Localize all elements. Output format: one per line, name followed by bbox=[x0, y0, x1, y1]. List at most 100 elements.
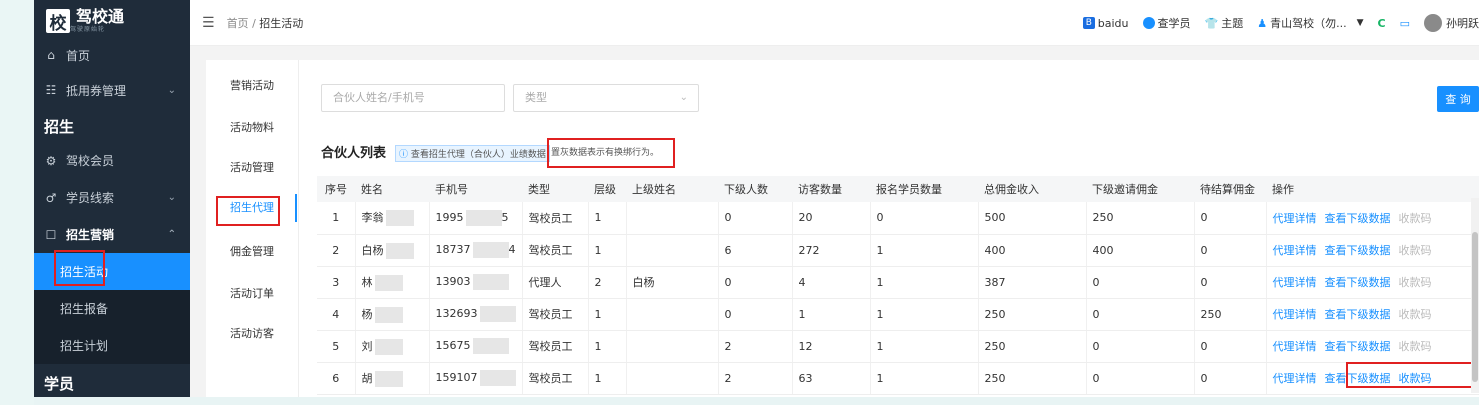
school-label: 青山驾校（勿... bbox=[1270, 17, 1347, 30]
agent-detail-link[interactable]: 代理详情 bbox=[1273, 244, 1317, 257]
table-cell-no: 4 bbox=[317, 298, 356, 331]
sidebar-item-student-leads[interactable]: ♂ 学员线索 ⌄ bbox=[34, 179, 190, 216]
theme-link[interactable]: 👕 主题 bbox=[1205, 15, 1244, 31]
table-cell-actions: 代理详情 查看下级数据 收款码 bbox=[1266, 330, 1479, 363]
sidebar-sub-recruit-report[interactable]: 招生报备 bbox=[34, 290, 190, 327]
type-select[interactable]: 类型 ⌄ bbox=[513, 84, 699, 112]
payment-qr-link[interactable]: 收款码 bbox=[1399, 212, 1432, 225]
tab-orders[interactable]: 活动订单 bbox=[206, 284, 298, 304]
agent-name: 刘 bbox=[361, 339, 373, 353]
phone-visible-part: 13903 bbox=[435, 275, 471, 288]
payment-qr-link[interactable]: 收款码 bbox=[1399, 308, 1432, 321]
tab-visitors[interactable]: 活动访客 bbox=[206, 324, 298, 344]
agent-detail-link[interactable]: 代理详情 bbox=[1273, 212, 1317, 225]
tab-commission[interactable]: 佣金管理 bbox=[206, 242, 298, 262]
topbar-right: Bbaidu 查学员 👕 主题 ♟ 青山驾校（勿... ▼ C ▭ 孙明跃 bbox=[1069, 0, 1479, 46]
sidebar-sub-recruit-activity[interactable]: 招生活动 bbox=[34, 253, 190, 290]
col-header: 姓名 bbox=[355, 176, 429, 202]
table-cell-actions: 代理详情 查看下级数据 收款码 bbox=[1266, 362, 1479, 395]
logo[interactable]: 校 驾校通 驾驶原始轮 bbox=[34, 0, 190, 42]
table-cell-actions: 代理详情 查看下级数据 收款码 bbox=[1266, 234, 1479, 267]
check-student-link[interactable]: 查学员 bbox=[1142, 15, 1191, 31]
col-header: 访客数量 bbox=[792, 176, 870, 202]
sidebar-item-home[interactable]: ⌂ 首页 bbox=[34, 42, 190, 68]
table-cell-subs: 2 bbox=[718, 330, 793, 363]
tab-marketing[interactable]: 营销活动 bbox=[206, 76, 298, 96]
query-button[interactable]: 查 询 bbox=[1437, 86, 1479, 112]
info-tip[interactable]: ⓘ 查看招生代理（合伙人）业绩数据 bbox=[395, 145, 550, 162]
table-cell-parent: 白杨 bbox=[626, 266, 719, 299]
view-subordinate-link[interactable]: 查看下级数据 bbox=[1325, 212, 1391, 225]
redacted-block bbox=[479, 370, 516, 386]
table-cell-type: 驾校员工 bbox=[522, 330, 589, 363]
breadcrumb-home[interactable]: 首页 bbox=[227, 17, 249, 30]
check-student-label: 查学员 bbox=[1157, 17, 1191, 30]
table-body: 1 李翁 1995 5 驾校员工 1 0 20 0 500 250 0 代理详情 查看下级数据 收款码 2 白杨… bbox=[317, 202, 1479, 395]
sidebar: 校 驾校通 驾驶原始轮 ⌂ 首页 ☷ 抵用券管理 ⌄ 招生 ⚙ 驾校会员 ♂ 学… bbox=[34, 0, 190, 397]
table-cell-total: 387 bbox=[978, 266, 1087, 299]
view-subordinate-link[interactable]: 查看下级数据 bbox=[1325, 340, 1391, 353]
table-cell-signups: 1 bbox=[870, 234, 979, 267]
phone-visible-part: 15675 bbox=[435, 339, 471, 352]
user-menu[interactable]: 孙明跃 bbox=[1424, 14, 1479, 32]
redacted-block bbox=[374, 370, 403, 387]
col-header: 上级姓名 bbox=[626, 176, 718, 202]
screen-icon[interactable]: ▭ bbox=[1400, 17, 1410, 30]
refresh-icon[interactable]: C bbox=[1378, 17, 1386, 30]
table-row: 1 李翁 1995 5 驾校员工 1 0 20 0 500 250 0 代理详情 查看下级数据 收款码 bbox=[317, 202, 1479, 235]
grey-data-note: 置灰数据表示有换绑行为。 bbox=[551, 145, 660, 158]
table-cell-level: 1 bbox=[588, 202, 627, 235]
table-cell-visitors: 12 bbox=[792, 330, 871, 363]
agent-detail-link[interactable]: 代理详情 bbox=[1273, 276, 1317, 289]
agent-list-panel: 合伙人姓名/手机号 类型 ⌄ 查 询 合伙人列表 ⓘ 查看招生代理（合伙人）业绩… bbox=[298, 60, 1479, 397]
table-cell-invite: 400 bbox=[1086, 234, 1195, 267]
menu-toggle-icon[interactable]: ☰ bbox=[202, 15, 215, 31]
table-cell-type: 驾校员工 bbox=[522, 234, 589, 267]
breadcrumb-separator: / bbox=[252, 16, 256, 30]
payment-qr-link[interactable]: 收款码 bbox=[1399, 276, 1432, 289]
view-subordinate-link[interactable]: 查看下级数据 bbox=[1325, 276, 1391, 289]
baidu-link[interactable]: Bbaidu bbox=[1082, 17, 1129, 30]
table-cell-phone: 15675 bbox=[429, 330, 523, 363]
table-cell-total: 250 bbox=[978, 298, 1087, 331]
col-header: 下级邀请佣金 bbox=[1086, 176, 1194, 202]
agent-name: 李翁 bbox=[361, 211, 384, 225]
table-row: 2 白杨 18737 4 驾校员工 1 6 272 1 400 400 0 代理详情 查看下级数据 收款码 bbox=[317, 234, 1479, 267]
view-subordinate-link[interactable]: 查看下级数据 bbox=[1325, 244, 1391, 257]
payment-qr-link[interactable]: 收款码 bbox=[1399, 340, 1432, 353]
redacted-block bbox=[385, 242, 414, 259]
redacted-block bbox=[465, 209, 502, 226]
col-header: 报名学员数量 bbox=[870, 176, 978, 202]
agent-detail-link[interactable]: 代理详情 bbox=[1273, 340, 1317, 353]
breadcrumb: 首页 / 招生活动 bbox=[227, 15, 304, 31]
table-cell-type: 驾校员工 bbox=[522, 362, 589, 395]
view-subordinate-link[interactable]: 查看下级数据 bbox=[1325, 372, 1391, 385]
agent-name: 杨 bbox=[361, 307, 373, 321]
col-header: 层级 bbox=[588, 176, 626, 202]
sidebar-section-student: 学员 bbox=[44, 375, 75, 393]
sidebar-sub-label: 招生活动 bbox=[60, 265, 109, 279]
sidebar-item-recruit-marketing[interactable]: ☐ 招生营销 ⌃ bbox=[34, 216, 190, 253]
payment-qr-link[interactable]: 收款码 bbox=[1399, 244, 1432, 257]
search-icon bbox=[1142, 17, 1155, 29]
agent-detail-link[interactable]: 代理详情 bbox=[1273, 308, 1317, 321]
table-cell-pending: 250 bbox=[1194, 298, 1267, 331]
table-cell-pending: 0 bbox=[1194, 202, 1267, 235]
scrollbar-thumb[interactable] bbox=[1472, 232, 1478, 382]
tab-material[interactable]: 活动物料 bbox=[206, 118, 298, 138]
redacted-block bbox=[374, 338, 403, 355]
sidebar-item-school-member[interactable]: ⚙ 驾校会员 bbox=[34, 142, 190, 179]
search-input[interactable]: 合伙人姓名/手机号 bbox=[321, 84, 505, 112]
table-cell-pending: 0 bbox=[1194, 330, 1267, 363]
table-cell-visitors: 20 bbox=[792, 202, 871, 235]
tab-activity-manage[interactable]: 活动管理 bbox=[206, 158, 298, 178]
table-cell-parent bbox=[626, 362, 719, 395]
view-subordinate-link[interactable]: 查看下级数据 bbox=[1325, 308, 1391, 321]
school-selector[interactable]: ♟ 青山驾校（勿... ▼ bbox=[1257, 15, 1363, 31]
agent-detail-link[interactable]: 代理详情 bbox=[1273, 372, 1317, 385]
sidebar-sub-recruit-plan[interactable]: 招生计划 bbox=[34, 327, 190, 364]
payment-qr-link[interactable]: 收款码 bbox=[1399, 372, 1432, 385]
tab-recruit-agent[interactable]: 招生代理 bbox=[206, 198, 298, 218]
sidebar-item-coupon[interactable]: ☷ 抵用券管理 ⌄ bbox=[34, 68, 190, 112]
table-cell-type: 驾校员工 bbox=[522, 202, 589, 235]
